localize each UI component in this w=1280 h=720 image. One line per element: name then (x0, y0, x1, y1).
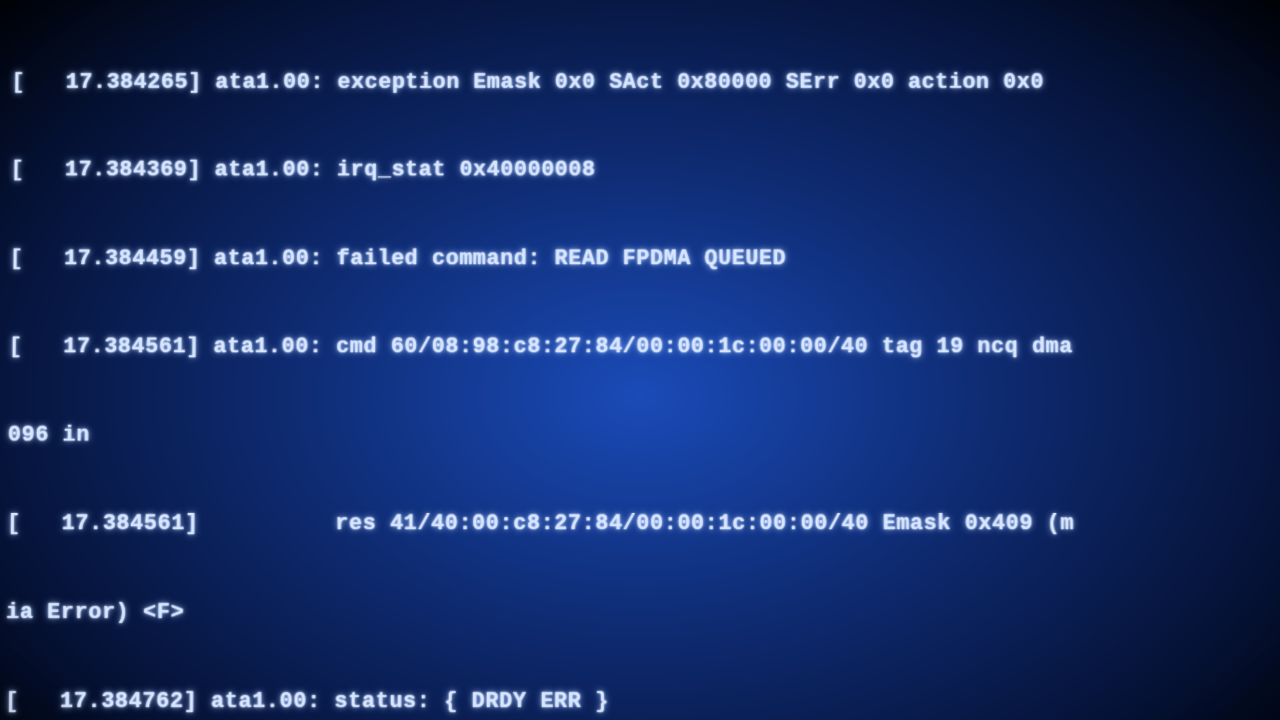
boot-terminal[interactable]: [ 17.384265] ata1.00: exception Emask 0x… (0, 10, 1280, 720)
kernel-log-line: ia Error) <F> (6, 598, 1280, 628)
kernel-log-line: [ 17.384561] ata1.00: cmd 60/08:98:c8:27… (9, 332, 1278, 361)
kernel-log-line: [ 17.384369] ata1.00: irq_stat 0x4000000… (10, 156, 1275, 185)
kernel-log-line: 096 in (8, 420, 1279, 449)
kernel-log-line: [ 17.384762] ata1.00: status: { DRDY ERR… (5, 687, 1280, 717)
kernel-log-line: [ 17.384265] ata1.00: exception Emask 0x… (11, 69, 1274, 98)
kernel-log-line: [ 17.384459] ata1.00: failed command: RE… (9, 244, 1276, 273)
kernel-log-line: [ 17.384561] res 41/40:00:c8:27:84/00:00… (7, 509, 1279, 539)
